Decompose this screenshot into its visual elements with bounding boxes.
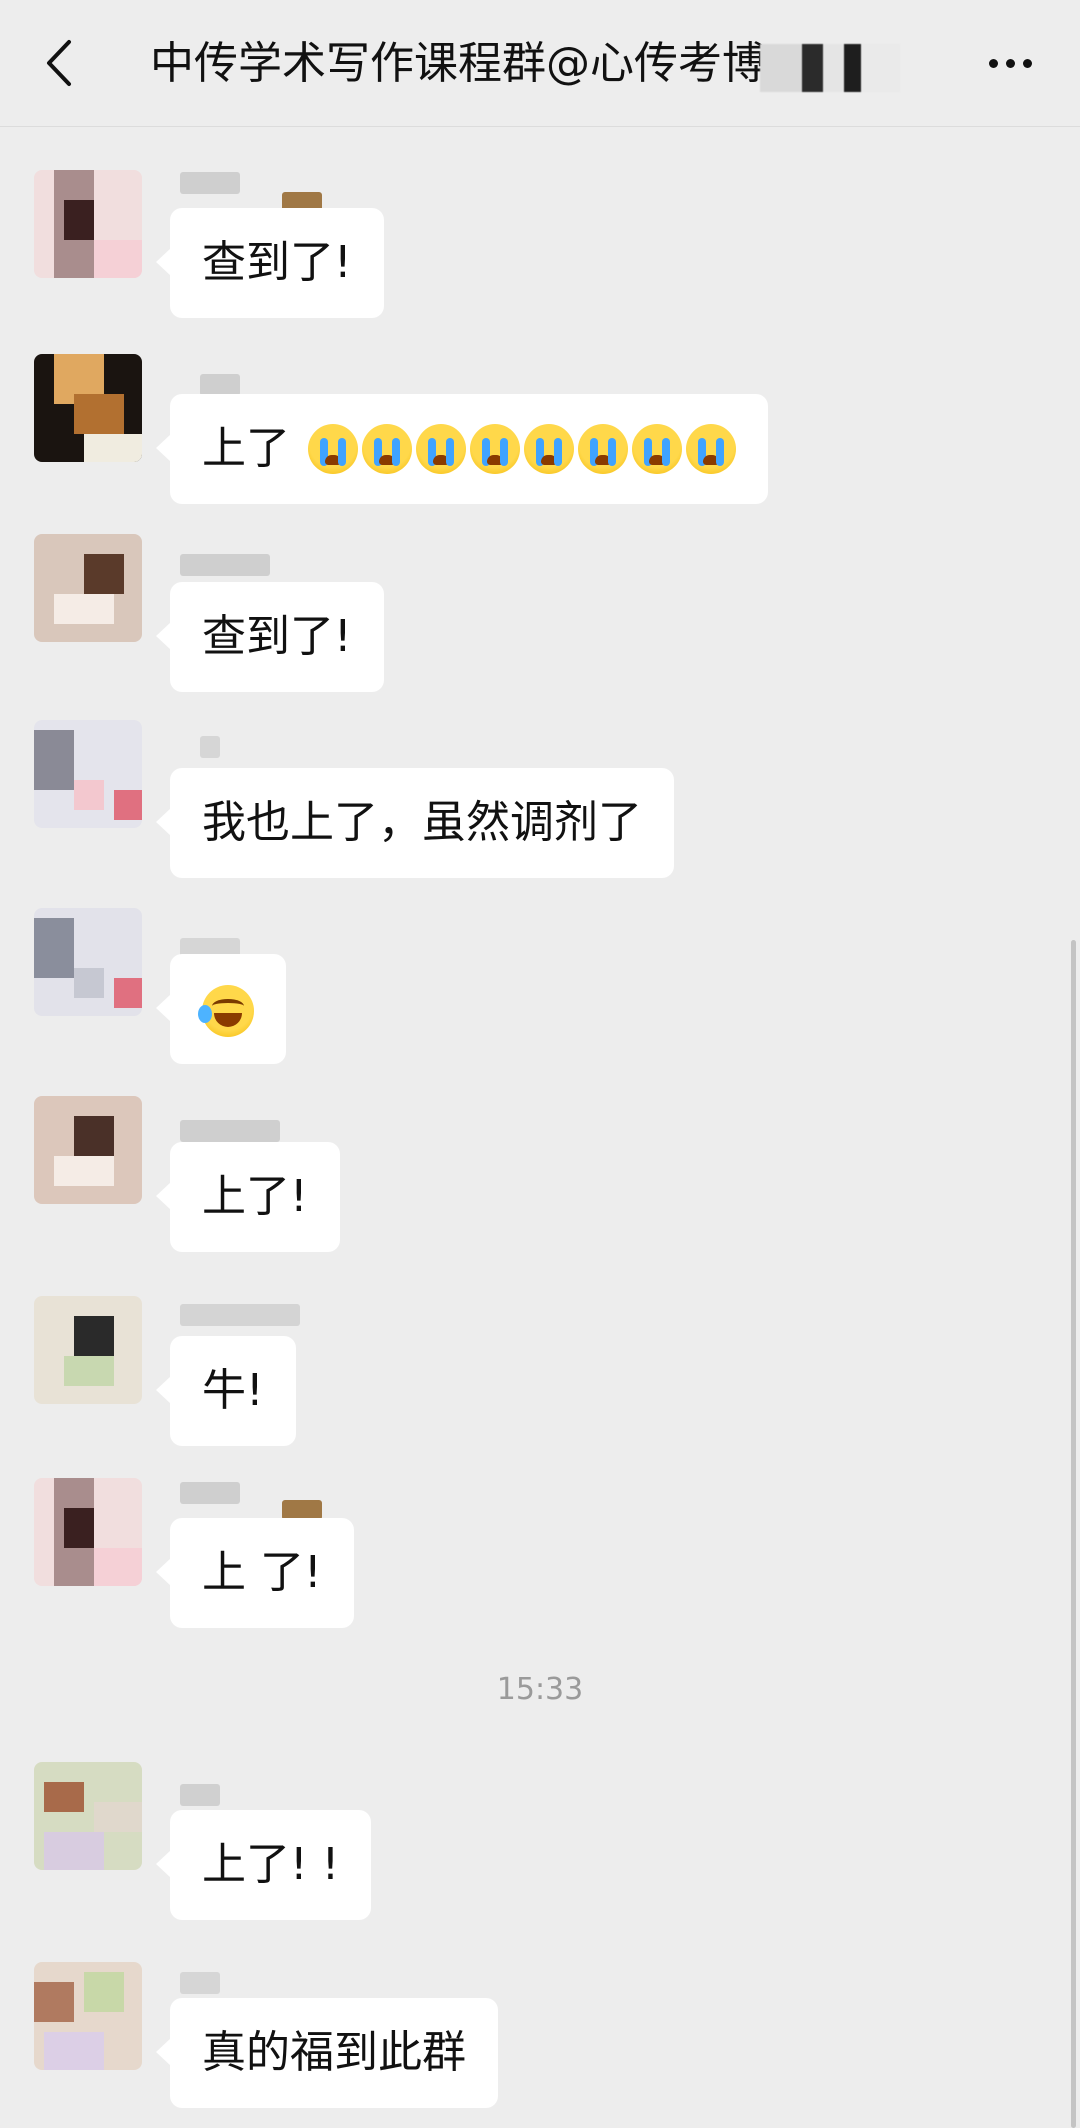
sender-name-redacted xyxy=(180,1784,220,1806)
message-text: 我也上了，虽然调剂了 xyxy=(202,797,642,848)
message-text: 真的福到此群 xyxy=(202,2027,466,2078)
loudly-crying-face-icon xyxy=(524,424,574,474)
sender-name-redacted xyxy=(180,554,270,576)
loudly-crying-face-icon xyxy=(686,424,736,474)
message-text: 牛! xyxy=(202,1365,264,1416)
avatar[interactable] xyxy=(34,720,142,828)
avatar[interactable] xyxy=(34,534,142,642)
title-redaction-mask xyxy=(760,44,900,92)
message-bubble[interactable]: 查到了! xyxy=(156,582,384,692)
avatar[interactable] xyxy=(34,1096,142,1204)
sender-name-redacted xyxy=(180,1972,220,1994)
message-bubble[interactable]: 我也上了，虽然调剂了 xyxy=(156,768,674,878)
avatar[interactable] xyxy=(34,354,142,462)
rolling-on-floor-laughing-icon xyxy=(198,985,254,1037)
message-bubble[interactable]: 真的福到此群 xyxy=(156,1998,498,2108)
message-bubble[interactable]: 上了! ! xyxy=(155,1810,372,1920)
loudly-crying-face-icon xyxy=(308,424,358,474)
message-bubble[interactable]: 上了 xyxy=(156,394,768,504)
message-text: 查到了! xyxy=(202,237,352,288)
message-text: 上了! xyxy=(202,1171,308,1222)
sender-badge-redacted xyxy=(282,1500,322,1520)
chevron-left-icon xyxy=(47,40,71,86)
scrollbar[interactable] xyxy=(1071,940,1076,2128)
message-bubble[interactable]: 上了! xyxy=(156,1142,340,1252)
sender-name-redacted xyxy=(200,736,220,758)
chat-header: 中传学术写作课程群@心传考博 xyxy=(0,0,1080,127)
message-text: 上了! ! xyxy=(202,1839,340,1890)
avatar[interactable] xyxy=(34,1962,142,2070)
back-button[interactable] xyxy=(30,28,90,98)
sender-name-redacted xyxy=(180,172,240,194)
message-bubble[interactable]: 查到了! xyxy=(156,208,384,318)
avatar[interactable] xyxy=(34,1478,142,1586)
loudly-crying-face-icon xyxy=(362,424,412,474)
message-text: 上了 xyxy=(202,423,290,474)
loudly-crying-face-icon xyxy=(632,424,682,474)
loudly-crying-face-icon xyxy=(470,424,520,474)
emoji-group xyxy=(304,394,736,504)
avatar[interactable] xyxy=(34,170,142,278)
avatar[interactable] xyxy=(34,1296,142,1404)
loudly-crying-face-icon xyxy=(416,424,466,474)
message-text: 上 了! xyxy=(202,1547,322,1598)
message-bubble[interactable]: 牛! xyxy=(156,1336,296,1446)
chat-timestamp: 15:33 xyxy=(496,1672,584,1707)
avatar[interactable] xyxy=(34,1762,142,1870)
sender-name-redacted xyxy=(180,1482,240,1504)
message-bubble[interactable] xyxy=(156,954,286,1064)
more-options-button[interactable] xyxy=(970,38,1050,88)
sender-name-redacted xyxy=(180,1304,300,1326)
message-bubble[interactable]: 上 了! xyxy=(156,1518,354,1628)
loudly-crying-face-icon xyxy=(578,424,628,474)
sender-name-redacted xyxy=(200,374,240,396)
avatar[interactable] xyxy=(34,908,142,1016)
message-text: 查到了! xyxy=(202,611,352,662)
ellipsis-icon xyxy=(988,58,998,68)
sender-name-redacted xyxy=(180,1120,280,1142)
